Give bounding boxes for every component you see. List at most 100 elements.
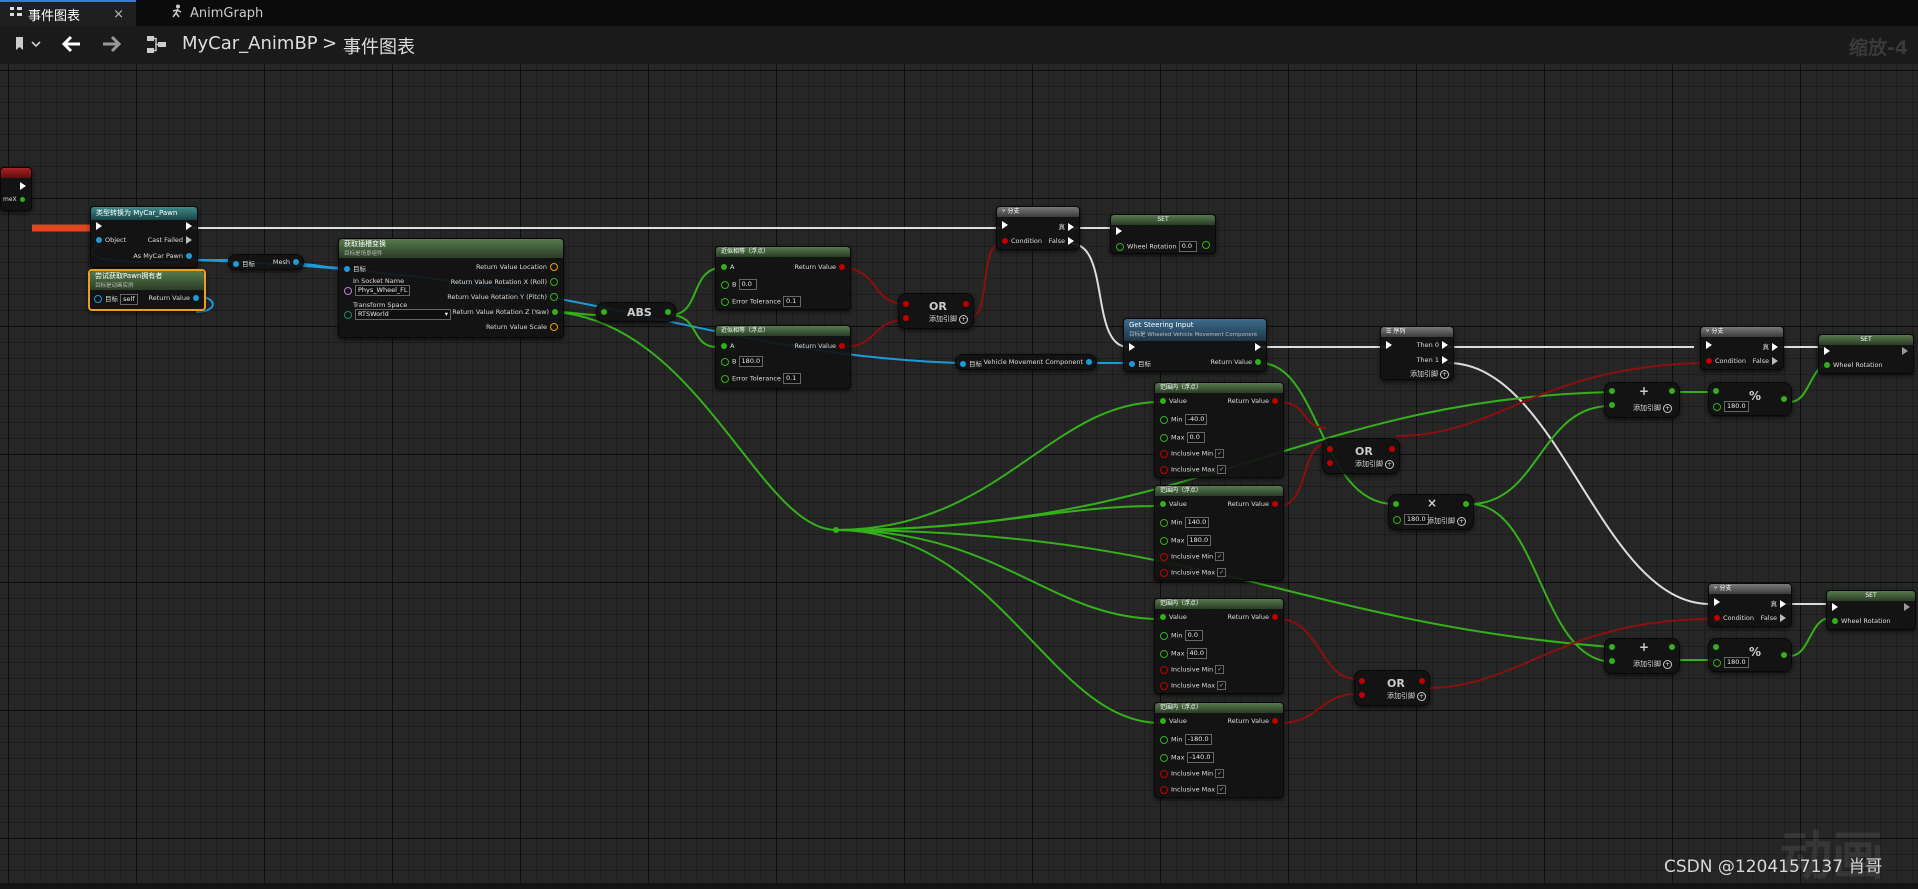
- inclusive-max-checkbox[interactable]: ✓: [1217, 681, 1227, 690]
- modulo-node-1[interactable]: % 180.0: [1708, 382, 1792, 416]
- tolerance-field[interactable]: 0.1: [782, 296, 801, 307]
- inclusive-max-checkbox[interactable]: ✓: [1217, 785, 1227, 794]
- exec-out-pin[interactable]: [1780, 614, 1786, 622]
- in-range-node-2[interactable]: 范围内（浮点） Value Return Value Min 140.0 Max…: [1154, 485, 1284, 581]
- bool-pin[interactable]: [903, 315, 909, 321]
- object-pin[interactable]: [186, 253, 192, 259]
- set-wheel-rotation-node-1[interactable]: SET Wheel Rotation 0.0: [1110, 214, 1216, 254]
- bool-pin[interactable]: [1359, 692, 1365, 698]
- exec-out-pin[interactable]: [1442, 341, 1448, 349]
- float-pin[interactable]: [1160, 536, 1168, 545]
- bool-pin[interactable]: [1419, 678, 1425, 684]
- bool-pin[interactable]: [1160, 681, 1168, 690]
- exec-in-pin[interactable]: [1386, 341, 1392, 349]
- get-socket-transform-node[interactable]: 获取插槽变换 目标是场景组件 目标 In Socket Name Phys_Whe…: [338, 238, 564, 338]
- float-pin[interactable]: [1160, 735, 1168, 744]
- breadcrumb-root[interactable]: MyCar_AnimBP: [182, 33, 318, 54]
- struct-pin[interactable]: [550, 263, 558, 271]
- float-pin[interactable]: [721, 280, 729, 289]
- bool-pin[interactable]: [1389, 446, 1395, 452]
- bookmark-icon[interactable]: [14, 36, 42, 56]
- float-pin[interactable]: [550, 278, 558, 286]
- blueprint-graph-canvas[interactable]: meX 类型转换为 MyCar_Pawn Object Cast Failed …: [0, 64, 1918, 887]
- max-field[interactable]: 180.0: [1186, 535, 1212, 546]
- float-pin[interactable]: [1160, 433, 1168, 442]
- nearly-equal-node-2[interactable]: 近似相等（浮点） A Return Value B 180.0 Error To…: [715, 325, 851, 389]
- exec-in-pin[interactable]: [1714, 598, 1720, 606]
- add-pin-button[interactable]: 添加引脚 +: [1633, 659, 1672, 669]
- exec-in-pin[interactable]: [1832, 603, 1838, 611]
- exec-in-pin[interactable]: [1116, 227, 1122, 235]
- close-icon[interactable]: ×: [113, 7, 124, 22]
- exec-in-pin[interactable]: [1824, 347, 1830, 355]
- bool-pin[interactable]: [1272, 501, 1278, 507]
- branch-node-3[interactable]: ⑂ 分支 真 Condition False: [1708, 583, 1792, 627]
- float-pin[interactable]: [721, 374, 729, 383]
- float-pin[interactable]: [1463, 501, 1469, 507]
- float-pin[interactable]: [601, 309, 607, 315]
- float-pin[interactable]: [1160, 518, 1168, 527]
- nearly-equal-node-1[interactable]: 近似相等（浮点） A Return Value B 0.0 Error Tole…: [715, 246, 851, 310]
- in-range-node-1[interactable]: 范围内（浮点） Value Return Value Min -40.0 Max…: [1154, 382, 1284, 478]
- tab-event-graph[interactable]: 事件图表 ×: [0, 0, 136, 26]
- float-pin[interactable]: [1116, 242, 1124, 251]
- abs-node[interactable]: ABS: [596, 302, 676, 322]
- get-steering-input-node[interactable]: Get Steering Input 目标是 Wheeled Vehicle Mo…: [1123, 318, 1267, 372]
- float-pin[interactable]: [1781, 652, 1787, 658]
- try-get-pawn-owner-node[interactable]: 尝试获取Pawn拥有者 目标是动画实例 目标 self Return Value: [88, 269, 206, 311]
- forward-arrow-icon[interactable]: [101, 35, 122, 57]
- add-pin-button[interactable]: 添加引脚 +: [1387, 691, 1426, 701]
- float-pin[interactable]: [721, 357, 729, 366]
- float-pin[interactable]: [1609, 388, 1615, 394]
- add-node-1[interactable]: + 添加引脚 +: [1604, 382, 1680, 418]
- wheel-rotation-field[interactable]: 0.0: [1178, 241, 1197, 252]
- exec-in-pin[interactable]: [1129, 343, 1135, 351]
- tolerance-field[interactable]: 0.1: [782, 373, 801, 384]
- modulo-node-2[interactable]: % 180.0: [1708, 638, 1792, 672]
- exec-out-pin[interactable]: [186, 222, 192, 230]
- bool-pin[interactable]: [1160, 465, 1168, 474]
- inclusive-max-checkbox[interactable]: ✓: [1217, 568, 1227, 577]
- bool-pin[interactable]: [1359, 678, 1365, 684]
- branch-node-2[interactable]: ⑂ 分支 真 Condition False: [1700, 326, 1784, 370]
- float-pin[interactable]: [1669, 388, 1675, 394]
- multiplier-field[interactable]: 180.0: [1404, 514, 1429, 525]
- branch-node-1[interactable]: ⑂ 分支 真 Condition False: [996, 206, 1080, 250]
- float-pin[interactable]: [665, 309, 671, 315]
- max-field[interactable]: 0.0: [1186, 432, 1205, 443]
- modulo-divisor-field[interactable]: 180.0: [1724, 657, 1749, 668]
- bool-pin[interactable]: [1272, 718, 1278, 724]
- object-pin[interactable]: [960, 361, 966, 367]
- exec-out-pin[interactable]: [1204, 227, 1210, 235]
- object-pin[interactable]: [293, 259, 299, 265]
- float-pin[interactable]: [1713, 402, 1721, 411]
- or-node-3[interactable]: OR 添加引脚 +: [1354, 670, 1430, 706]
- sequence-node[interactable]: ☰ 序列 Then 0 Then 1 添加引脚 +: [1380, 326, 1454, 380]
- float-pin[interactable]: [1202, 241, 1210, 249]
- set-wheel-rotation-node-2[interactable]: SET Wheel Rotation: [1818, 334, 1914, 374]
- inclusive-min-checkbox[interactable]: ✓: [1215, 552, 1225, 561]
- max-field[interactable]: -140.0: [1186, 752, 1214, 763]
- set-wheel-rotation-node-3[interactable]: SET Wheel Rotation: [1826, 590, 1916, 630]
- bool-pin[interactable]: [1160, 665, 1168, 674]
- bool-pin[interactable]: [839, 264, 845, 270]
- tab-anim-graph[interactable]: AnimGraph: [170, 0, 290, 26]
- float-pin[interactable]: [1713, 388, 1719, 394]
- bool-pin[interactable]: [1327, 460, 1333, 466]
- bool-pin[interactable]: [903, 301, 909, 307]
- multiply-node[interactable]: × 180.0 添加引脚 +: [1388, 494, 1474, 530]
- min-field[interactable]: 140.0: [1184, 517, 1210, 528]
- add-pin-button[interactable]: 添加引脚 +: [1410, 369, 1449, 379]
- float-pin[interactable]: [1824, 362, 1830, 368]
- add-pin-button[interactable]: 添加引脚 +: [1427, 516, 1466, 526]
- min-field[interactable]: -40.0: [1184, 414, 1208, 425]
- float-pin[interactable]: [1160, 501, 1166, 507]
- socket-name-field[interactable]: Phys_Wheel_FL: [355, 285, 411, 296]
- float-pin[interactable]: [1713, 644, 1719, 650]
- add-pin-button[interactable]: 添加引脚 +: [929, 314, 968, 324]
- float-pin[interactable]: [1609, 658, 1615, 664]
- b-value-field[interactable]: 180.0: [738, 356, 764, 367]
- or-node-1[interactable]: OR 添加引脚 +: [898, 293, 974, 329]
- float-pin[interactable]: [1393, 501, 1399, 507]
- object-pin[interactable]: [1129, 361, 1135, 367]
